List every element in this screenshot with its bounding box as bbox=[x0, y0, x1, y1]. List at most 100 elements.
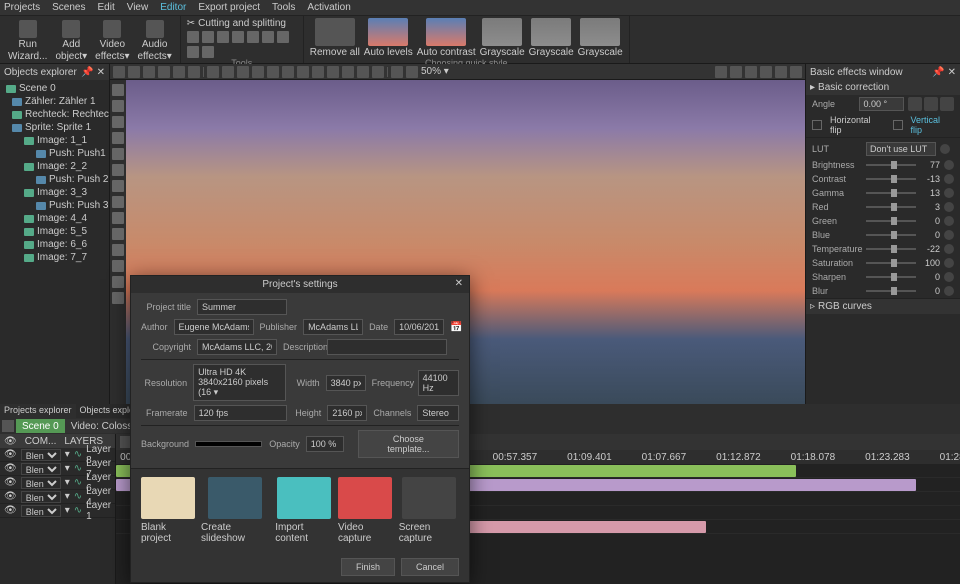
copyright-input[interactable] bbox=[197, 339, 277, 355]
style-auto-levels[interactable]: Auto levels bbox=[364, 18, 413, 58]
hflip-checkbox[interactable] bbox=[812, 120, 822, 130]
tb-icon[interactable] bbox=[143, 66, 155, 78]
close-icon[interactable]: ✕ bbox=[455, 278, 463, 289]
tool-icon[interactable] bbox=[247, 31, 259, 43]
tree-item[interactable]: Image: 4_4 bbox=[2, 212, 107, 225]
tool-icon[interactable] bbox=[202, 31, 214, 43]
rgb-curves-section[interactable]: ▹RGB curves bbox=[806, 298, 960, 314]
gamma-slider[interactable] bbox=[866, 192, 916, 194]
style-grayscale-1[interactable]: Grayscale bbox=[480, 18, 525, 58]
text-tool-icon[interactable] bbox=[112, 196, 124, 208]
tb-icon[interactable] bbox=[282, 66, 294, 78]
tb-icon[interactable] bbox=[222, 66, 234, 78]
reset-icon[interactable] bbox=[944, 160, 954, 170]
tree-item[interactable]: Push: Push1 bbox=[2, 147, 107, 160]
chevron-down-icon[interactable]: ▾ bbox=[65, 449, 70, 460]
tool-icon[interactable] bbox=[202, 46, 214, 58]
background-color-picker[interactable] bbox=[195, 441, 262, 447]
cancel-button[interactable]: Cancel bbox=[401, 558, 459, 576]
pin-icon[interactable]: 📌 ✕ bbox=[932, 67, 956, 78]
eye-icon[interactable]: 👁 bbox=[4, 505, 17, 516]
tree-item[interactable]: Image: 3_3 bbox=[2, 186, 107, 199]
objects-tree[interactable]: Scene 0Zähler: Zähler 1Rechteck: Rechtec… bbox=[0, 80, 109, 404]
add-scene-icon[interactable] bbox=[2, 420, 14, 432]
tb-icon[interactable] bbox=[342, 66, 354, 78]
menu-activation[interactable]: Activation bbox=[307, 2, 350, 13]
reset-icon[interactable] bbox=[944, 286, 954, 296]
red-slider[interactable] bbox=[866, 206, 916, 208]
framerate-dropdown[interactable]: 120 fps bbox=[194, 405, 288, 421]
resolution-dropdown[interactable]: Ultra HD 4K 3840x2160 pixels (16 ▾ bbox=[193, 364, 286, 401]
chart-tool-icon[interactable] bbox=[112, 180, 124, 192]
template-import[interactable]: Import content bbox=[275, 477, 332, 544]
tool-icon[interactable] bbox=[232, 31, 244, 43]
menu-scenes[interactable]: Scenes bbox=[52, 2, 85, 13]
layer-row[interactable]: 👁Blend▾∿Layer 1 bbox=[0, 504, 115, 518]
tb-icon[interactable] bbox=[406, 66, 418, 78]
move-tool-icon[interactable] bbox=[112, 292, 124, 304]
menu-editor[interactable]: Editor bbox=[160, 2, 186, 13]
style-grayscale-3[interactable]: Grayscale bbox=[578, 18, 623, 58]
pen-tool-icon[interactable] bbox=[112, 148, 124, 160]
select-tool-icon[interactable] bbox=[112, 84, 124, 96]
rect-tool-icon[interactable] bbox=[112, 100, 124, 112]
tree-item[interactable]: Image: 5_5 bbox=[2, 225, 107, 238]
width-input[interactable] bbox=[326, 375, 366, 391]
choose-template-button[interactable]: Choose template... bbox=[358, 430, 459, 458]
basic-correction-section[interactable]: ▸Basic correction bbox=[806, 80, 960, 95]
tb-icon[interactable] bbox=[237, 66, 249, 78]
tool-icon[interactable] bbox=[187, 31, 199, 43]
tb-icon[interactable] bbox=[173, 66, 185, 78]
projects-explorer-tab[interactable]: Projects explorer bbox=[0, 404, 76, 418]
reset-icon[interactable] bbox=[944, 230, 954, 240]
add-object-button[interactable]: Addobject▾ bbox=[53, 18, 89, 64]
spectrum-tool-icon[interactable] bbox=[112, 276, 124, 288]
opacity-input[interactable] bbox=[306, 436, 344, 452]
tool-icon[interactable] bbox=[277, 31, 289, 43]
tb-icon[interactable] bbox=[357, 66, 369, 78]
reset-angle-icon[interactable] bbox=[940, 97, 954, 111]
video-effects-button[interactable]: Videoeffects▾ bbox=[93, 18, 131, 64]
rotate-cw-icon[interactable] bbox=[924, 97, 938, 111]
channels-dropdown[interactable]: Stereo bbox=[417, 405, 459, 421]
line-tool-icon[interactable] bbox=[112, 132, 124, 144]
template-screen-capture[interactable]: Screen capture bbox=[399, 477, 459, 544]
eye-icon[interactable]: 👁 bbox=[4, 436, 17, 447]
tooltip-tool-icon[interactable] bbox=[112, 212, 124, 224]
chevron-down-icon[interactable]: ▾ bbox=[65, 491, 70, 502]
lut-browse-icon[interactable] bbox=[940, 144, 950, 154]
template-video-capture[interactable]: Video capture bbox=[338, 477, 393, 544]
sprite-tool-icon[interactable] bbox=[112, 244, 124, 256]
reset-icon[interactable] bbox=[944, 216, 954, 226]
blue-slider[interactable] bbox=[866, 234, 916, 236]
ellipse-tool-icon[interactable] bbox=[112, 116, 124, 128]
tree-item[interactable]: Zähler: Zähler 1 bbox=[2, 95, 107, 108]
bezier-tool-icon[interactable] bbox=[112, 164, 124, 176]
project-title-input[interactable] bbox=[197, 299, 287, 315]
blend-mode-dropdown[interactable]: Blend bbox=[21, 477, 61, 489]
angle-input[interactable]: 0.00 ° bbox=[859, 97, 904, 111]
eye-icon[interactable]: 👁 bbox=[4, 477, 17, 488]
tb-icon[interactable] bbox=[312, 66, 324, 78]
chevron-down-icon[interactable]: ▾ bbox=[65, 463, 70, 474]
pin-icon[interactable]: 📌 ✕ bbox=[81, 67, 105, 78]
counter-tool-icon[interactable] bbox=[112, 228, 124, 240]
reset-icon[interactable] bbox=[944, 258, 954, 268]
style-grayscale-2[interactable]: Grayscale bbox=[529, 18, 574, 58]
blend-mode-dropdown[interactable]: Blend bbox=[21, 491, 61, 503]
eye-icon[interactable]: 👁 bbox=[4, 491, 17, 502]
brightness-slider[interactable] bbox=[866, 164, 916, 166]
tb-icon[interactable] bbox=[730, 66, 742, 78]
chevron-down-icon[interactable]: ▾ bbox=[65, 505, 70, 516]
green-slider[interactable] bbox=[866, 220, 916, 222]
eye-icon[interactable]: 👁 bbox=[4, 449, 17, 460]
vflip-checkbox[interactable] bbox=[893, 120, 903, 130]
tb-icon[interactable] bbox=[207, 66, 219, 78]
rotate-ccw-icon[interactable] bbox=[908, 97, 922, 111]
temperature-slider[interactable] bbox=[866, 248, 916, 250]
reset-icon[interactable] bbox=[944, 188, 954, 198]
description-input[interactable] bbox=[327, 339, 447, 355]
tb-icon[interactable] bbox=[790, 66, 802, 78]
tree-item[interactable]: Scene 0 bbox=[2, 82, 107, 95]
reset-icon[interactable] bbox=[944, 244, 954, 254]
